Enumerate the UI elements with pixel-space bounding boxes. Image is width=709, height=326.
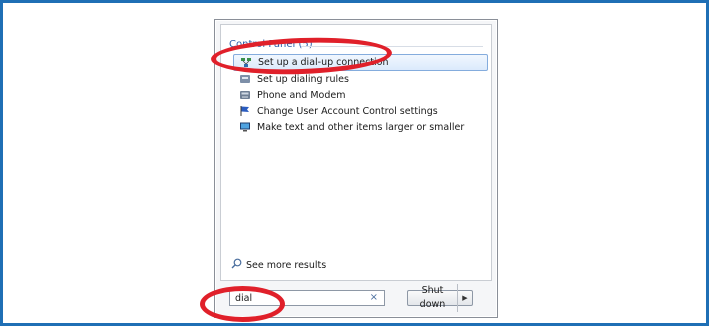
search-results-pane: Control Panel (5) Set up a dial-up conne…: [220, 24, 492, 281]
start-menu: Control Panel (5) Set up a dial-up conne…: [214, 19, 498, 318]
results-group-header: Control Panel (5): [229, 39, 313, 50]
result-label: Set up a dial-up connection: [258, 57, 389, 68]
network-connection-icon: [240, 57, 252, 69]
result-item-dialing-rules[interactable]: Set up dialing rules: [233, 71, 488, 87]
result-label: Phone and Modem: [257, 89, 346, 101]
result-label: Make text and other items larger or smal…: [257, 121, 465, 133]
result-label: Set up dialing rules: [257, 73, 349, 85]
search-icon: [231, 258, 242, 272]
shutdown-label: Shut down: [408, 284, 458, 312]
result-item-phone-modem[interactable]: Phone and Modem: [233, 87, 488, 103]
group-divider: [301, 46, 483, 47]
search-input[interactable]: dial ×: [229, 290, 385, 306]
shutdown-options-arrow-icon[interactable]: ▶: [458, 294, 472, 302]
result-item-uac-settings[interactable]: Change User Account Control settings: [233, 103, 488, 119]
display-icon: [239, 121, 251, 133]
phone-modem-icon: [239, 89, 251, 101]
see-more-label: See more results: [246, 259, 327, 271]
phone-rules-icon: [239, 73, 251, 85]
see-more-results-link[interactable]: See more results: [231, 258, 326, 272]
result-label: Change User Account Control settings: [257, 105, 438, 117]
result-item-text-size[interactable]: Make text and other items larger or smal…: [233, 119, 488, 135]
start-menu-bottom-bar: dial × Shut down ▶: [229, 284, 487, 312]
shutdown-button[interactable]: Shut down ▶: [407, 284, 473, 312]
search-input-value: dial: [235, 292, 253, 304]
clear-search-icon[interactable]: ×: [370, 292, 378, 303]
result-item-dial-up-connection[interactable]: Set up a dial-up connection: [233, 54, 488, 71]
uac-flag-icon: [239, 105, 251, 117]
results-list: Set up a dial-up connection Set up diali…: [233, 54, 488, 135]
